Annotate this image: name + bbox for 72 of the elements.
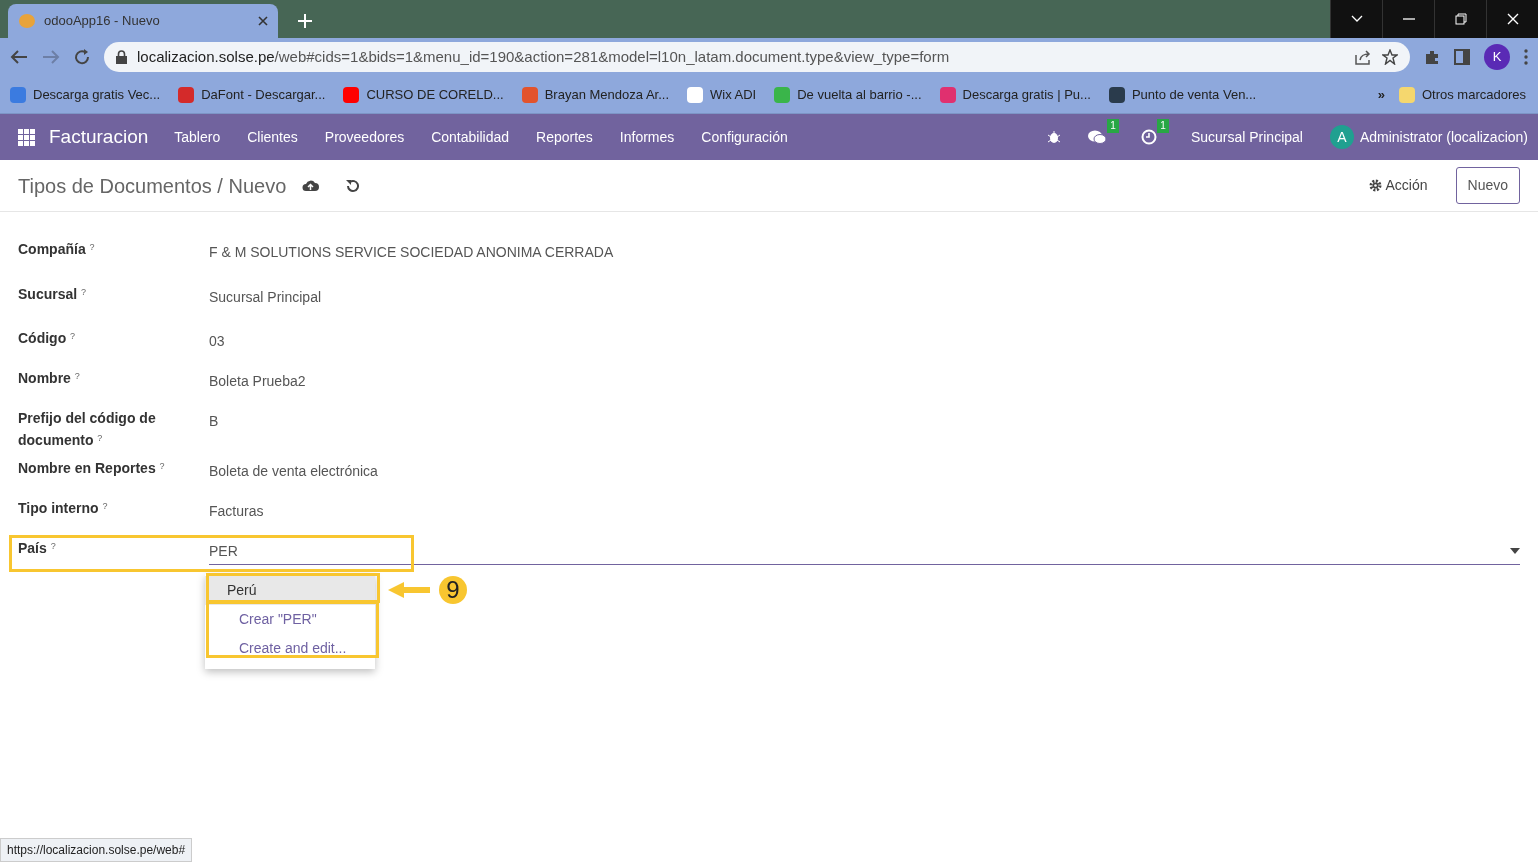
menu-item[interactable]: Tablero xyxy=(174,126,221,148)
field-value: Boleta Prueba2 xyxy=(209,372,306,391)
cloud-upload-icon[interactable] xyxy=(302,179,320,192)
address-bar[interactable]: localizacion.solse.pe/web#cids=1&bids=1&menu_id=190&action=281&model=l10n_latam.document.type&view_type=form xyxy=(104,42,1410,72)
count-badge: 1 xyxy=(1157,119,1169,133)
bookmark-item[interactable]: Punto de venta Ven... xyxy=(1108,84,1257,105)
field-value: 03 xyxy=(209,332,225,351)
bookmark-item[interactable]: DaFont - Descargar... xyxy=(178,84,326,105)
profile-avatar[interactable]: K xyxy=(1484,44,1510,70)
back-icon[interactable] xyxy=(10,49,28,65)
dropdown-action[interactable]: Create and edit... xyxy=(205,634,375,663)
folder-icon xyxy=(1398,86,1415,103)
reload-icon[interactable] xyxy=(74,49,90,65)
menu-item[interactable]: Reportes xyxy=(536,126,593,148)
field-label: Nombre en Reportes $^{?}$ xyxy=(18,459,166,478)
action-menu[interactable]: Acción xyxy=(1368,175,1428,196)
field-label: Nombre $^{?}$ xyxy=(18,369,81,388)
bookmark-item[interactable]: Descarga gratis Vec... xyxy=(10,84,161,105)
url-text: localizacion.solse.pe/web#cids=1&bids=1&menu_id=190&action=281&model=l10n_latam.document.type&view_type=form xyxy=(137,46,951,67)
user-menu[interactable]: Administrator (localizacion) xyxy=(1359,126,1528,148)
puzzle-icon[interactable] xyxy=(1424,49,1440,65)
app-name[interactable]: Facturacion xyxy=(49,122,149,152)
more-icon[interactable] xyxy=(1524,49,1528,65)
menu-item[interactable]: Proveedores xyxy=(324,126,405,148)
user-avatar: A xyxy=(1329,125,1354,149)
field-value: Sucursal Principal xyxy=(209,288,322,307)
bug-icon[interactable] xyxy=(1046,130,1061,144)
company-switcher[interactable]: Sucursal Principal xyxy=(1190,126,1303,148)
bookmark-item[interactable]: Wix ADI xyxy=(687,84,757,105)
app-grid-icon[interactable] xyxy=(18,128,35,146)
tab-title: odooApp16 - Nuevo xyxy=(44,12,161,31)
restore-icon[interactable] xyxy=(1454,13,1467,25)
caret-icon xyxy=(1510,547,1520,554)
field-value: Facturas xyxy=(209,502,264,521)
bookmark-item[interactable]: CURSO DE CORELD... xyxy=(343,84,504,105)
chat-icon[interactable] xyxy=(1086,129,1107,145)
lock-icon xyxy=(116,50,127,64)
field-label: Sucursal $^{?}$ xyxy=(18,285,88,304)
field-label: Tipo interno $^{?}$ xyxy=(18,499,109,518)
dropdown-action[interactable]: Crear "PER" xyxy=(205,605,375,634)
count-badge: 1 xyxy=(1107,119,1119,133)
country-select[interactable]: PER xyxy=(209,537,1520,565)
menu-item[interactable]: Contabilidad xyxy=(431,126,510,148)
new-tab-icon[interactable] xyxy=(298,14,312,28)
gear-icon xyxy=(1368,179,1382,192)
share-icon[interactable] xyxy=(1354,49,1372,65)
menu-item[interactable]: Informes xyxy=(619,126,675,148)
browser-tab[interactable]: odooApp16 - Nuevo xyxy=(8,4,278,38)
menu-item[interactable]: Configuración xyxy=(701,126,788,148)
field-value: B xyxy=(209,412,219,431)
bookmark-item[interactable]: Brayan Mendoza Ar... xyxy=(521,84,669,105)
side-panel-icon[interactable] xyxy=(1454,49,1470,65)
site-logo-icon xyxy=(18,13,36,29)
field-label: Código $^{?}$ xyxy=(18,329,77,348)
clock-icon[interactable] xyxy=(1140,129,1157,145)
step-number: 9 xyxy=(439,576,467,604)
field-label: Prefijo del código de documento $^{?}$ xyxy=(18,409,157,450)
bookmark-folder[interactable]: Otros marcadores xyxy=(1398,84,1526,105)
more-bookmarks-button[interactable]: » xyxy=(1377,84,1385,105)
field-value: F & M SOLUTIONS SERVICE SOCIEDAD ANONIMA CERRADA xyxy=(209,243,614,262)
field-label: País $^{?}$ xyxy=(18,539,57,558)
bookmark-item[interactable]: Descarga gratis | Pu... xyxy=(939,84,1091,105)
star-icon[interactable] xyxy=(1382,49,1398,65)
field-label: Compañía $^{?}$ xyxy=(18,240,96,259)
menu-item[interactable]: Clientes xyxy=(247,126,298,148)
field-value: Boleta de venta electrónica xyxy=(209,462,378,481)
bookmark-item[interactable]: De vuelta al barrio -... xyxy=(774,84,922,105)
new-button[interactable]: Nuevo xyxy=(1455,167,1520,204)
breadcrumb-title: Tipos de Documentos / Nuevo xyxy=(18,173,287,199)
undo-icon[interactable] xyxy=(345,178,360,193)
arrow-icon xyxy=(388,582,430,598)
status-url: https://localizacion.solse.pe/web# xyxy=(0,838,193,862)
